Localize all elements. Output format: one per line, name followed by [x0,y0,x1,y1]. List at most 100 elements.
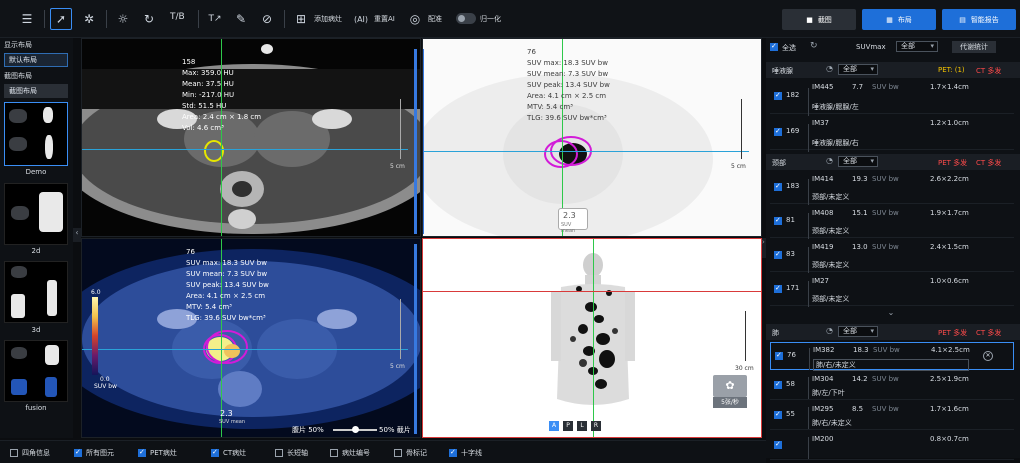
crosshair-horizontal[interactable] [82,349,408,350]
view-r-button[interactable]: R [591,421,601,431]
display-option-checkbox[interactable] [394,449,402,457]
lesion-row[interactable]: 183 IM414 19.3 SUV bw 2.6×2.2cm 颈部/未定义 [770,172,1014,205]
pet-tag: PET 多发 [938,329,968,337]
lesion-checkbox[interactable] [774,250,782,259]
lesion-row[interactable]: 182 IM445 7.7 SUV bw 1.7×1.4cm 唾液腺/腮腺/左 [770,80,1014,116]
layout-thumb-2d[interactable] [4,183,68,245]
screenshot-button[interactable]: ■ 截图 [782,9,856,30]
group-filter-select[interactable]: 全部 [838,64,878,75]
collapse-left-icon[interactable]: ‹ [73,228,81,242]
add-lesion-button[interactable]: 添加病灶 [314,14,342,24]
normalize-toggle[interactable] [456,13,476,24]
display-option-1[interactable]: 所有图元 [74,448,114,458]
display-option-4[interactable]: 长短轴 [275,448,308,458]
lesion-row[interactable]: 169 IM37 1.2×1.0cm 唾液腺/腮腺/右 [770,116,1014,152]
lesion-row[interactable]: 81 IM408 15.1 SUV bw 1.9×1.7cm 颈部/未定义 [770,206,1014,239]
register-button[interactable]: 配准 [428,14,442,24]
lesion-row[interactable]: 55 IM295 8.5 SUV bw 1.7×1.6cm 肺/右/未定义 [770,402,1014,430]
display-option-5[interactable]: 病灶编号 [330,448,370,458]
replace-stats-button[interactable]: 代谢统计 [952,41,996,53]
cursor-icon[interactable]: ➚ [50,8,72,30]
reset-ai-button[interactable]: 重置AI [374,14,395,24]
layout-thumb-fusion[interactable] [4,340,68,402]
crosshair-horizontal[interactable] [423,151,749,152]
display-option-checkbox[interactable] [330,449,338,457]
lesion-checkbox[interactable] [774,440,782,449]
expand-chevron-icon[interactable]: ⌄ [876,309,906,318]
display-option-checkbox[interactable] [449,448,457,457]
pencil-icon[interactable]: ✎ [230,8,252,30]
screenshot-layout-button[interactable]: 截图布局 [4,84,68,98]
select-all-checkbox[interactable] [770,42,778,51]
display-option-checkbox[interactable] [275,449,283,457]
group-header-neck[interactable]: 颈部 ◔ 全部 PET 多发 CT 多发 [766,154,1020,170]
viewport-ct[interactable]: 158 Max: 359.0 HU Mean: 37.5 HU Min: -21… [81,38,421,237]
display-option-checkbox[interactable] [211,448,219,457]
lesion-row[interactable]: IM200 0.8×0.7cm [770,432,1014,460]
viewport-fusion[interactable]: 76 SUV max: 18.3 SUV bw SUV mean: 7.3 SU… [81,238,421,438]
suv-mean-badge: 2.3 SUV mean [558,208,588,234]
list-icon[interactable]: ☰ [16,8,38,30]
layout-button[interactable]: ▦ 布局 [862,9,936,30]
blend-slider[interactable] [333,426,377,433]
brightness-icon[interactable]: ☼ [112,8,134,30]
group-header-salivary[interactable]: 唾液腺 ◔ 全部 PET: (1) CT 多发 [766,62,1020,78]
blend-slider-knob[interactable] [351,426,359,433]
register-icon[interactable]: ◎ [404,8,426,30]
slice-scrollbar[interactable] [414,244,417,434]
fusion-tlg: TLG: 39.6 SUV bw*cm³ [186,314,266,322]
rotate-icon[interactable]: ↻ [138,8,160,30]
lesion-row[interactable]: 58 IM304 14.2 SUV bw 2.5×1.9cm 肺/左/下叶 [770,372,1014,400]
display-option-3[interactable]: CT病灶 [211,448,246,458]
crosshair-horizontal[interactable] [82,149,408,150]
lesion-checkbox[interactable] [774,380,782,389]
speed-select[interactable]: 5张/秒 [713,397,747,408]
display-option-checkbox[interactable] [74,448,82,457]
view-l-button[interactable]: L [577,421,587,431]
zoom-measure-icon[interactable]: ⊘ [256,8,278,30]
divider [808,407,809,429]
lesion-checkbox[interactable] [774,410,782,419]
view-a-button[interactable]: A [549,421,559,431]
layout-thumb-3d[interactable] [4,261,68,323]
lesion-checkbox[interactable] [774,284,782,293]
lesion-checkbox[interactable] [774,216,782,225]
add-lesion-icon[interactable]: ⊞ [290,8,312,30]
default-layout-button[interactable]: 默认布局 [4,53,68,67]
adjust-icon[interactable]: ✲ [78,8,100,30]
display-option-7[interactable]: 十字线 [449,448,482,458]
suvmax-filter-select[interactable]: 全部 [896,41,938,52]
layout-thumb-demo[interactable] [4,102,68,166]
lesion-checkbox[interactable] [774,182,782,191]
lesion-row[interactable]: 171 IM27 1.0×0.6cm 颈部/未定义 [770,274,1014,307]
refresh-icon[interactable]: ↻ [810,41,818,51]
delete-lesion-icon[interactable]: ✕ [983,351,993,361]
ai-icon[interactable]: (AI) [350,8,372,30]
lesion-location[interactable]: 肺/右/未定义 [813,359,969,371]
lesion-checkbox[interactable] [774,91,782,100]
display-option-2[interactable]: PET病灶 [138,448,177,458]
lesion-checkbox[interactable] [774,127,782,136]
display-option-6[interactable]: 骨标记 [394,448,427,458]
slice-scrollbar[interactable] [423,49,424,234]
display-option-checkbox[interactable] [138,448,146,457]
play-button[interactable]: ✿ [713,375,747,397]
slice-scrollbar[interactable] [414,49,417,234]
group-header-lung[interactable]: 肺 ◔ 全部 PET 多发 CT 多发 [766,324,1020,340]
lesion-row[interactable]: 83 IM419 13.0 SUV bw 2.4×1.5cm 颈部/未定义 [770,240,1014,273]
group-filter-select[interactable]: 全部 [838,156,878,167]
view-p-button[interactable]: P [563,421,573,431]
viewport-pet[interactable]: 76 SUV max: 18.3 SUV bw SUV mean: 7.3 SU… [422,38,762,237]
report-button[interactable]: ▤ 智能报告 [942,9,1016,30]
display-option-checkbox[interactable] [10,449,18,457]
crosshair-horizontal[interactable] [423,291,761,292]
viewport-mip[interactable]: 30 cm ✿ 5张/秒 A P L R [422,238,762,438]
crosshair-vertical[interactable] [593,239,594,437]
tb-toggle-button[interactable]: T/B [170,12,185,22]
lesion-checkbox[interactable] [775,351,783,360]
lesion-row[interactable]: 76 IM382 18.3 SUV bw 4.1×2.5cm 肺/右/未定义 ✕ [770,342,1014,371]
group-filter-select[interactable]: 全部 [838,326,878,337]
display-option-0[interactable]: 四角信息 [10,448,50,458]
divider [106,10,107,28]
text-tool-icon[interactable]: T↗ [204,8,226,30]
